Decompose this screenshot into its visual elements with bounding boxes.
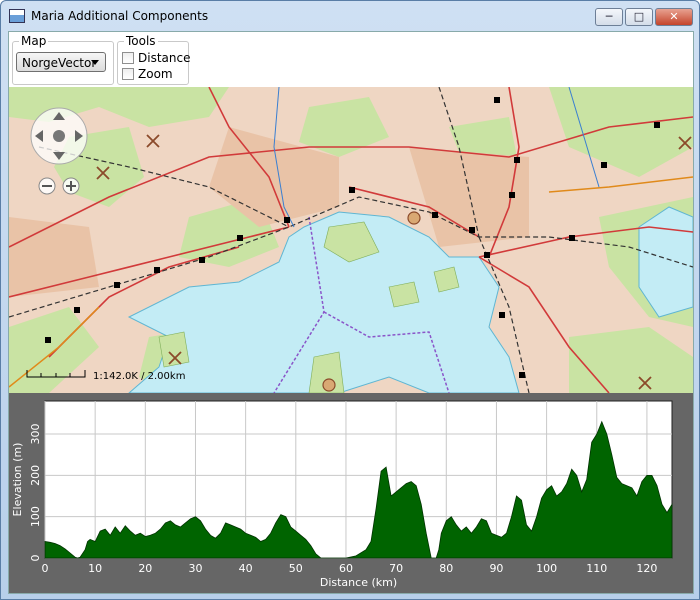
map-group: Map NorgeVector bbox=[12, 34, 114, 85]
x-tick-label: 90 bbox=[489, 562, 503, 575]
tools-group-label: Tools bbox=[124, 34, 158, 48]
y-tick-label: 300 bbox=[29, 424, 42, 445]
minimize-button[interactable]: ─ bbox=[595, 8, 623, 26]
close-button[interactable]: ✕ bbox=[655, 8, 693, 26]
tools-group: Tools Distance Zoom bbox=[117, 34, 190, 85]
elevation-profile: 0 10 20 30 40 50 60 70 80 90 100 110 120 0 100 200 300 … bbox=[9, 393, 693, 593]
maximize-button[interactable]: □ bbox=[625, 8, 653, 26]
zoom-in-button[interactable] bbox=[62, 177, 80, 195]
zoom-label[interactable]: Zoom bbox=[138, 67, 173, 81]
toolbar: Map NorgeVector Tools Distance Zoom bbox=[9, 32, 693, 87]
close-icon: ✕ bbox=[669, 10, 679, 23]
elevation-chart: 0 10 20 30 40 50 60 70 80 90 100 110 120 0100200300 … bbox=[11, 400, 673, 589]
x-tick-label: 10 bbox=[88, 562, 102, 575]
map-view[interactable]: 1:142.0K / 2.00km bbox=[9, 87, 693, 393]
app-icon bbox=[9, 9, 25, 23]
zoom-out-button[interactable] bbox=[38, 177, 56, 195]
scale-text: 1:142.0K / 2.00km bbox=[93, 371, 185, 382]
distance-checkbox[interactable] bbox=[122, 52, 134, 64]
x-axis-label: Distance (km) bbox=[320, 576, 397, 589]
zoom-checkbox[interactable] bbox=[122, 68, 134, 80]
title-bar[interactable]: Maria Additional Components ─ □ ✕ bbox=[1, 1, 699, 31]
y-tick-label: 100 bbox=[29, 506, 42, 527]
app-window: Maria Additional Components ─ □ ✕ Map No… bbox=[0, 0, 700, 600]
x-tick-label: 40 bbox=[239, 562, 253, 575]
y-tick-label: 0 bbox=[29, 555, 42, 562]
x-tick-label: 30 bbox=[188, 562, 202, 575]
x-tick-label: 110 bbox=[586, 562, 607, 575]
y-tick-label: 200 bbox=[29, 465, 42, 486]
window-title: Maria Additional Components bbox=[31, 9, 209, 23]
x-tick-label: 100 bbox=[536, 562, 557, 575]
y-axis-label: Elevation (m) bbox=[11, 443, 24, 517]
map-layer-dropdown[interactable]: NorgeVector bbox=[16, 52, 106, 72]
map-layer-value: NorgeVector bbox=[22, 56, 97, 70]
y-axis-ticks: 0 100 200 300 bbox=[29, 424, 42, 562]
client-area: Map NorgeVector Tools Distance Zoom 1:14… bbox=[8, 31, 694, 594]
x-tick-label: 20 bbox=[138, 562, 152, 575]
x-axis-ticks: 0 10 20 30 40 50 60 70 80 90 100 110 120 bbox=[42, 562, 658, 575]
chevron-down-icon bbox=[91, 60, 99, 65]
x-tick-label: 0 bbox=[42, 562, 49, 575]
minimize-icon: ─ bbox=[605, 10, 613, 23]
x-tick-label: 50 bbox=[289, 562, 303, 575]
map-canvas: 1:142.0K / 2.00km bbox=[9, 87, 693, 393]
distance-label[interactable]: Distance bbox=[138, 51, 190, 65]
x-tick-label: 80 bbox=[439, 562, 453, 575]
pan-center-icon[interactable] bbox=[53, 130, 65, 142]
x-tick-label: 120 bbox=[636, 562, 657, 575]
map-group-label: Map bbox=[19, 34, 49, 48]
x-tick-label: 70 bbox=[389, 562, 403, 575]
maximize-icon: □ bbox=[633, 10, 645, 23]
x-tick-label: 60 bbox=[339, 562, 353, 575]
pan-control[interactable] bbox=[30, 107, 88, 165]
